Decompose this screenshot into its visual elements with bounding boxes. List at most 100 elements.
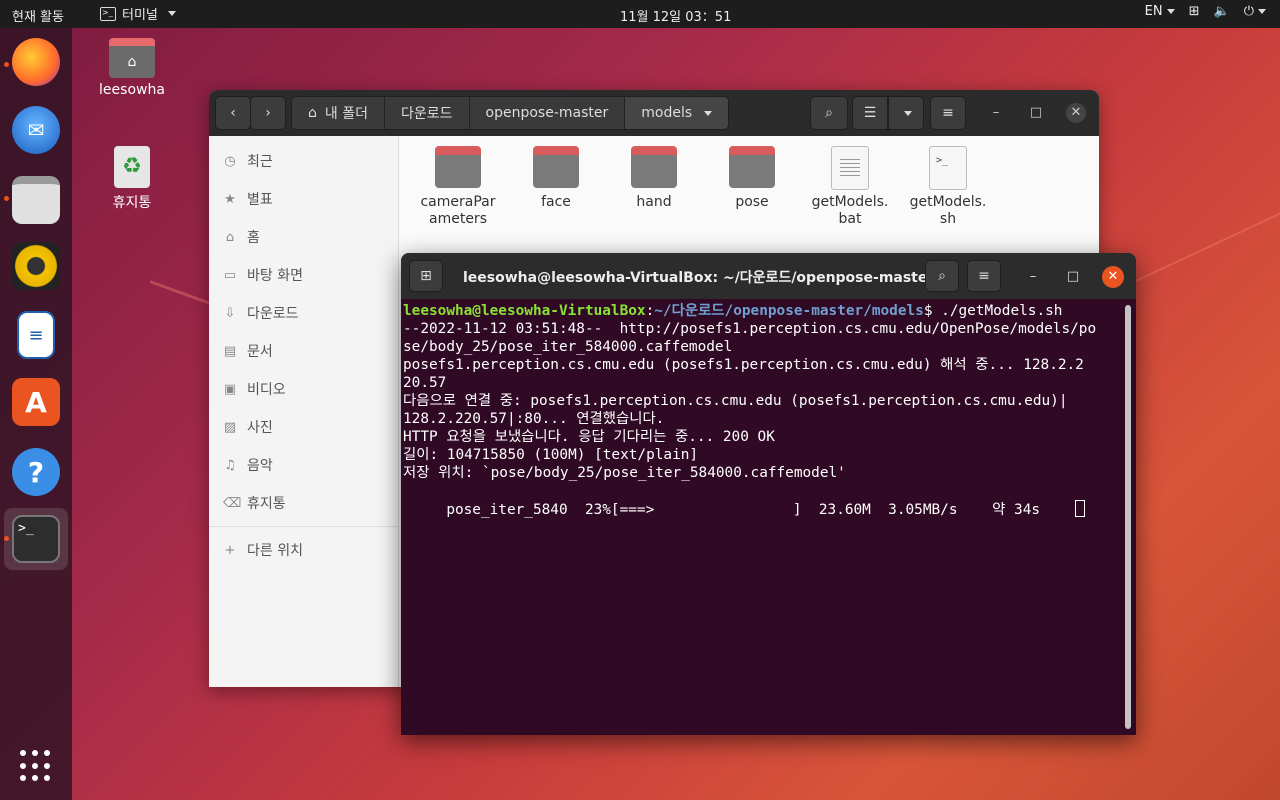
text-file-icon bbox=[831, 146, 869, 190]
close-button[interactable]: ✕ bbox=[1066, 103, 1086, 123]
search-icon: ⌕ bbox=[825, 105, 833, 121]
prompt-path: ~/다운로드/openpose-master/models bbox=[654, 303, 924, 319]
language-indicator[interactable]: EN bbox=[1145, 4, 1175, 19]
hamburger-icon: ≡ bbox=[978, 268, 990, 284]
sidebar-item-label: 바탕 화면 bbox=[247, 268, 303, 284]
file-name: cameraPar bbox=[420, 194, 496, 210]
sidebar-item-desktop[interactable]: ▭ 바탕 화면 bbox=[209, 256, 398, 294]
chevron-down-icon bbox=[167, 11, 176, 16]
back-button[interactable]: ‹ bbox=[215, 96, 251, 130]
hamburger-icon: ≡ bbox=[942, 105, 954, 121]
terminal-icon: >_ bbox=[100, 6, 116, 21]
folder-icon bbox=[729, 146, 775, 188]
rhythmbox-icon[interactable] bbox=[12, 242, 60, 290]
close-button[interactable]: ✕ bbox=[1102, 266, 1124, 288]
new-tab-button[interactable]: ⊞ bbox=[409, 260, 443, 292]
list-icon: ☰ bbox=[863, 105, 877, 121]
terminal-menu-button[interactable]: ≡ bbox=[967, 260, 1001, 292]
software-center-icon[interactable]: A bbox=[12, 378, 60, 426]
running-indicator bbox=[4, 196, 9, 201]
file-name: getModels. bbox=[811, 194, 889, 210]
sidebar-item-other-locations[interactable]: + 다른 위치 bbox=[209, 531, 398, 569]
file-grid: cameraPar ameters face hand pose getModel… bbox=[409, 146, 997, 228]
sidebar-item-trash[interactable]: ⌫ 휴지통 bbox=[209, 484, 398, 522]
terminal-line: posefs1.perception.cs.cmu.edu (posefs1.p… bbox=[403, 357, 1084, 373]
desktop-home-label: leesowha bbox=[99, 82, 165, 98]
terminal-line: 다음으로 연결 중: posefs1.perception.cs.cmu.edu… bbox=[403, 393, 1068, 409]
scrollbar[interactable] bbox=[1125, 305, 1131, 729]
system-tray[interactable]: EN ⊞ 🔈 ⏻ bbox=[1145, 4, 1266, 19]
sidebar-item-pictures[interactable]: ▨ 사진 bbox=[209, 408, 398, 446]
minimize-button[interactable]: – bbox=[1022, 266, 1044, 288]
activities-button[interactable]: 현재 활동 bbox=[12, 6, 64, 25]
chevron-down-icon bbox=[904, 110, 912, 116]
download-icon: ⇩ bbox=[224, 305, 236, 321]
file-name: bat bbox=[838, 211, 862, 227]
file-item-pose[interactable]: pose bbox=[703, 146, 801, 228]
view-options-button[interactable] bbox=[888, 96, 924, 130]
crumb-downloads[interactable]: 다운로드 bbox=[384, 97, 470, 129]
chevron-down-icon bbox=[704, 110, 713, 116]
sidebar-item-label: 사진 bbox=[247, 420, 273, 436]
menu-button[interactable]: ≡ bbox=[930, 96, 966, 130]
envelope-glyph: ✉ bbox=[27, 118, 45, 142]
maximize-button[interactable]: □ bbox=[1026, 103, 1046, 123]
desktop-home-icon[interactable]: ⌂ leesowha bbox=[92, 38, 172, 98]
power-icon: ⏻ bbox=[1244, 4, 1266, 19]
sidebar-item-documents[interactable]: ▤ 문서 bbox=[209, 332, 398, 370]
file-name: hand bbox=[636, 194, 672, 210]
file-item-getmodels-bat[interactable]: getModels. bat bbox=[801, 146, 899, 228]
sidebar-item-videos[interactable]: ▣ 비디오 bbox=[209, 370, 398, 408]
sidebar-item-downloads[interactable]: ⇩ 다운로드 bbox=[209, 294, 398, 332]
firefox-icon[interactable] bbox=[12, 38, 60, 86]
crumb-label: 내 폴더 bbox=[324, 106, 368, 122]
view-list-button[interactable]: ☰ bbox=[852, 96, 888, 130]
file-item-getmodels-sh[interactable]: >_ getModels. sh bbox=[899, 146, 997, 228]
terminal-output[interactable]: leesowha@leesowha-VirtualBox:~/다운로드/open… bbox=[403, 302, 1125, 519]
terminal-line: 128.2.220.57|:80... 연결했습니다. bbox=[403, 411, 665, 427]
search-button[interactable]: ⌕ bbox=[810, 96, 848, 130]
sidebar-item-recent[interactable]: ◷ 최근 bbox=[209, 142, 398, 180]
running-indicator bbox=[4, 536, 9, 541]
file-item-cameraparameters[interactable]: cameraPar ameters bbox=[409, 146, 507, 228]
plus-icon: + bbox=[224, 542, 236, 558]
app-menu[interactable]: >_ 터미널 bbox=[100, 4, 176, 23]
crumb-openpose[interactable]: openpose-master bbox=[469, 97, 626, 129]
home-icon: ⌂ bbox=[225, 229, 235, 245]
trash-icon: ⌫ bbox=[223, 495, 242, 511]
file-item-hand[interactable]: hand bbox=[605, 146, 703, 228]
crumb-models[interactable]: models bbox=[625, 97, 729, 129]
crumb-home[interactable]: ⌂ 내 폴더 bbox=[292, 97, 385, 129]
volume-icon: 🔈 bbox=[1213, 4, 1230, 19]
terminal-line: HTTP 요청을 보냈습니다. 응답 기다리는 중... 200 OK bbox=[403, 429, 775, 445]
terminal-window: ⊞ leesowha@leesowha-VirtualBox: ~/다운로드/o… bbox=[401, 253, 1136, 735]
thunderbird-icon[interactable]: ✉ bbox=[12, 106, 60, 154]
file-item-face[interactable]: face bbox=[507, 146, 605, 228]
prompt-user: leesowha@leesowha-VirtualBox bbox=[403, 303, 646, 319]
sidebar-item-label: 홈 bbox=[247, 230, 260, 246]
sidebar-item-starred[interactable]: ★ 별표 bbox=[209, 180, 398, 218]
sidebar-item-home[interactable]: ⌂ 홈 bbox=[209, 218, 398, 256]
help-icon[interactable]: ? bbox=[12, 448, 60, 496]
files-icon[interactable] bbox=[12, 176, 60, 224]
terminal-icon[interactable]: >_ bbox=[12, 515, 60, 563]
house-glyph: ⌂ bbox=[127, 54, 137, 70]
desktop-trash-icon[interactable]: ♻ 휴지통 bbox=[92, 146, 172, 212]
terminal-search-button[interactable]: ⌕ bbox=[925, 260, 959, 292]
forward-button[interactable]: › bbox=[250, 96, 286, 130]
writer-icon[interactable]: ≡ bbox=[17, 311, 55, 359]
breadcrumb: ⌂ 내 폴더 다운로드 openpose-master models bbox=[291, 96, 730, 130]
picture-icon: ▨ bbox=[223, 419, 237, 435]
search-icon: ⌕ bbox=[938, 268, 946, 284]
file-name: pose bbox=[735, 194, 769, 210]
maximize-button[interactable]: □ bbox=[1062, 266, 1084, 288]
star-icon: ★ bbox=[224, 191, 236, 207]
show-apps-icon[interactable] bbox=[20, 750, 52, 782]
language-label: EN bbox=[1144, 4, 1163, 19]
chevron-down-icon bbox=[1258, 9, 1266, 14]
clock[interactable]: 11월 12일 03：51 bbox=[620, 6, 731, 25]
video-icon: ▣ bbox=[223, 381, 237, 397]
minimize-button[interactable]: – bbox=[986, 103, 1006, 123]
sidebar-item-music[interactable]: ♫ 음악 bbox=[209, 446, 398, 484]
